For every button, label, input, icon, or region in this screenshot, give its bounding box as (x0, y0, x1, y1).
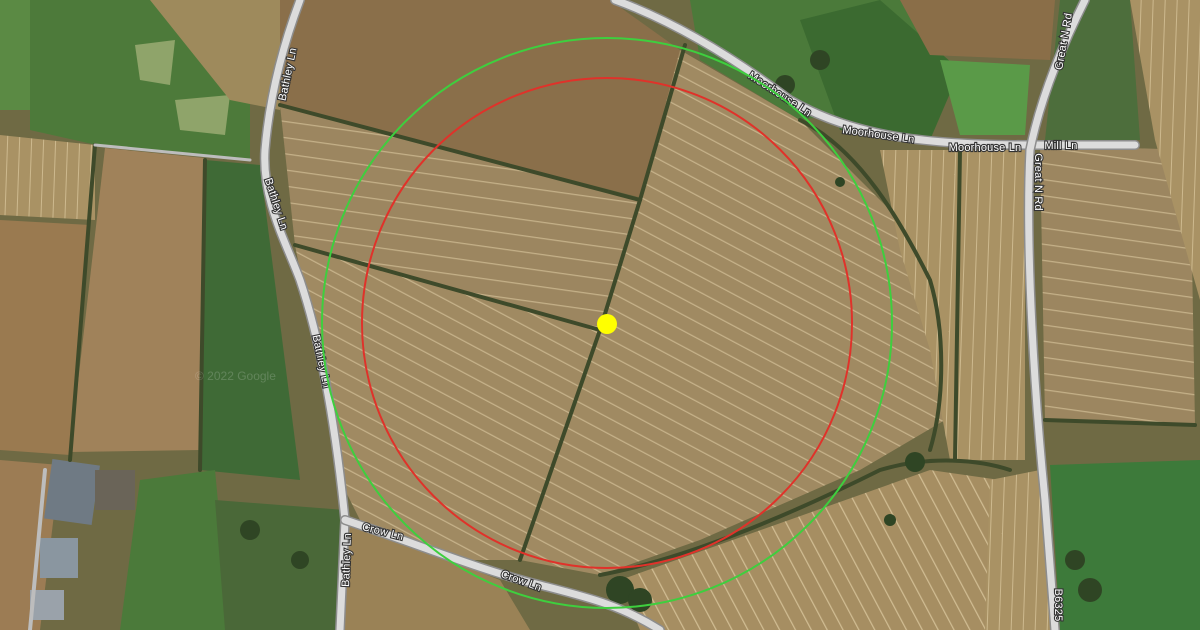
road-label-bathley-4: Bathley Ln (340, 533, 354, 587)
center-marker[interactable] (597, 314, 617, 334)
farmyard (95, 470, 135, 510)
farm-building (40, 538, 78, 578)
map-canvas[interactable]: Bathley Ln Bathley Ln Bathley Ln Bathley… (0, 0, 1200, 630)
watermark: © 2022 Google (195, 369, 276, 383)
satellite-map[interactable]: Bathley Ln Bathley Ln Bathley Ln Bathley… (0, 0, 1200, 630)
road-label-b6325: B6325 (1052, 589, 1064, 622)
field-patch (175, 95, 230, 135)
field-se-green (1050, 460, 1200, 630)
farm-building (44, 458, 100, 526)
field-w1 (0, 135, 95, 220)
road-label-great-n-2: Great N Rd (1032, 153, 1044, 211)
road-label-moorhouse-3: Moorhouse Ln (949, 142, 1022, 154)
road-label-mill: Mill Ln (1044, 140, 1077, 152)
field-patch (135, 40, 175, 85)
trees-s (215, 500, 345, 630)
field-edge (0, 0, 30, 110)
